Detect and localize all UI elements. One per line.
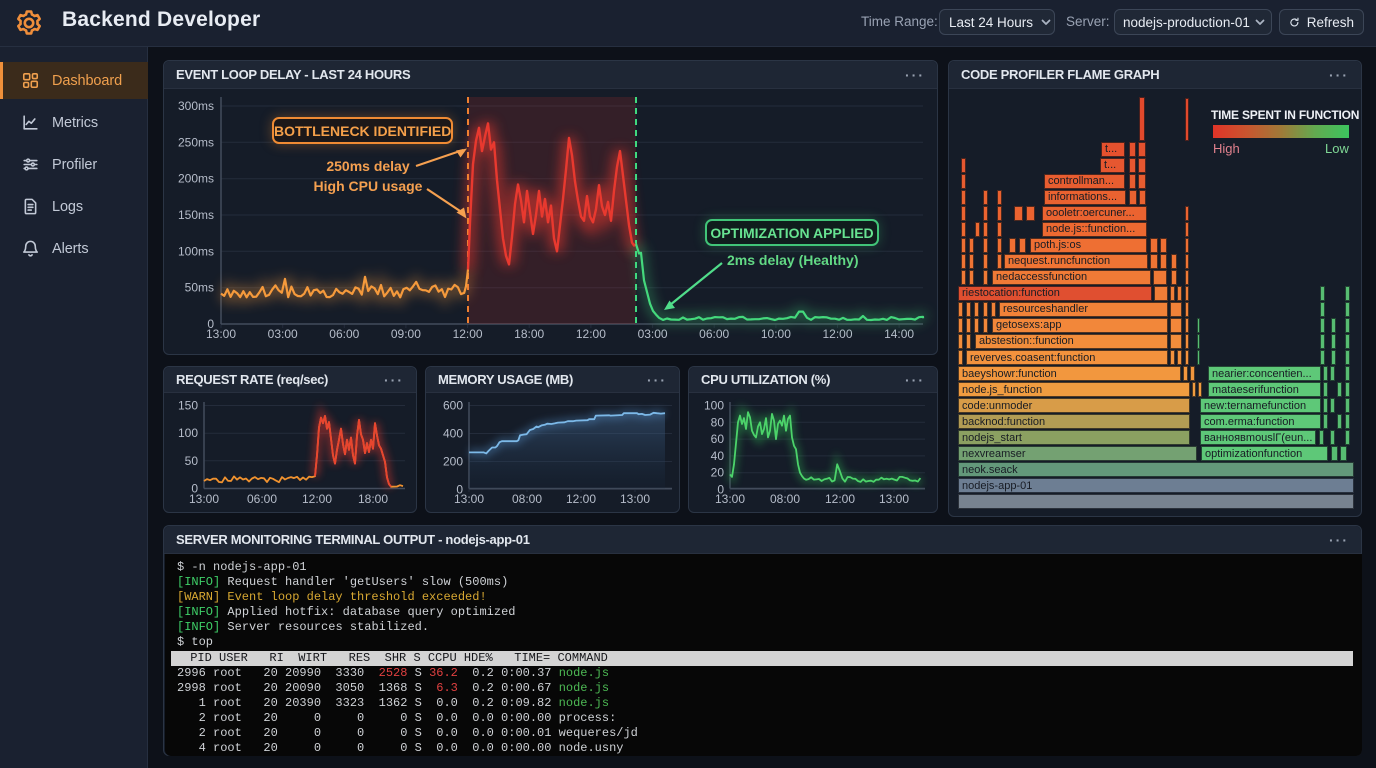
svg-text:06:00: 06:00	[247, 492, 277, 506]
svg-text:100ms: 100ms	[178, 244, 214, 258]
svg-text:12:00: 12:00	[566, 492, 596, 506]
svg-text:13:00: 13:00	[715, 492, 745, 506]
svg-text:100: 100	[704, 399, 724, 413]
svg-text:06:00: 06:00	[699, 327, 729, 341]
svg-text:60: 60	[711, 432, 725, 446]
svg-text:12:00: 12:00	[576, 327, 606, 341]
svg-text:18:00: 18:00	[358, 492, 388, 506]
svg-text:50: 50	[185, 454, 199, 468]
svg-text:13:00: 13:00	[620, 492, 650, 506]
svg-text:13:00: 13:00	[879, 492, 909, 506]
svg-text:08:00: 08:00	[770, 492, 800, 506]
svg-text:150ms: 150ms	[178, 208, 214, 222]
svg-text:40: 40	[711, 449, 725, 463]
svg-text:14:00: 14:00	[884, 327, 914, 341]
svg-text:13:00: 13:00	[206, 327, 236, 341]
svg-text:18:00: 18:00	[514, 327, 544, 341]
svg-text:12:00: 12:00	[302, 492, 332, 506]
svg-text:100: 100	[178, 426, 198, 440]
svg-text:50ms: 50ms	[185, 281, 214, 295]
svg-text:12:00: 12:00	[453, 327, 483, 341]
svg-text:09:00: 09:00	[391, 327, 421, 341]
svg-text:03:00: 03:00	[638, 327, 668, 341]
svg-text:13:00: 13:00	[189, 492, 219, 506]
svg-text:12:00: 12:00	[825, 492, 855, 506]
svg-text:10:00: 10:00	[761, 327, 791, 341]
svg-text:300ms: 300ms	[178, 99, 214, 113]
svg-text:03:00: 03:00	[268, 327, 298, 341]
svg-text:20: 20	[711, 466, 725, 480]
svg-text:250ms: 250ms	[178, 135, 214, 149]
svg-text:600: 600	[443, 399, 463, 413]
svg-text:06:00: 06:00	[329, 327, 359, 341]
svg-text:12:00: 12:00	[822, 327, 852, 341]
svg-text:13:00: 13:00	[454, 492, 484, 506]
svg-text:08:00: 08:00	[512, 492, 542, 506]
svg-text:150: 150	[178, 399, 198, 413]
svg-text:200ms: 200ms	[178, 172, 214, 186]
svg-text:80: 80	[711, 415, 725, 429]
svg-text:400: 400	[443, 427, 463, 441]
svg-text:200: 200	[443, 455, 463, 469]
